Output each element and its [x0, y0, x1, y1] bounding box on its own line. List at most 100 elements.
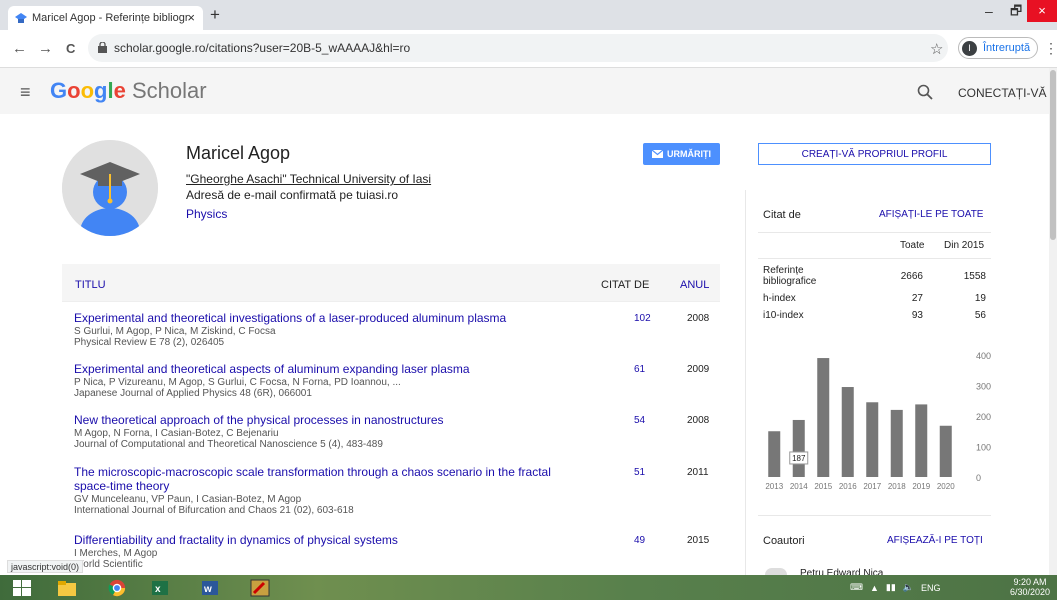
- url-text: scholar.google.ro/citations?user=20B-5_w…: [114, 41, 411, 55]
- publication-title-link[interactable]: The microscopic-macroscopic scale transf…: [74, 465, 584, 493]
- chrome-icon[interactable]: [107, 579, 127, 597]
- y-tick-label: 300: [976, 382, 991, 392]
- svg-text:x: x: [155, 584, 161, 595]
- cited-by-link[interactable]: 49: [634, 535, 645, 546]
- stat-label: i10-index: [763, 310, 804, 321]
- divider: [758, 258, 991, 259]
- menu-icon[interactable]: ≡: [20, 82, 31, 103]
- chart-bar[interactable]: [890, 409, 903, 477]
- citations-chart: 0 100 200 300 400 2013 2014 187 2015 2016 2017 2018…: [765, 351, 991, 491]
- show-all-citations-link[interactable]: AFIȘAȚI-LE PE TOATE: [879, 209, 983, 220]
- scholar-wordmark: Scholar: [131, 78, 207, 103]
- file-explorer-icon[interactable]: [57, 579, 77, 597]
- envelope-icon: [652, 150, 663, 158]
- new-tab-icon[interactable]: +: [210, 5, 220, 25]
- stat-all: 27: [911, 293, 923, 304]
- maximize-icon[interactable]: 🗗: [1010, 2, 1022, 24]
- windows-taskbar: x w ⌨ ▲ ▮▮ 🔈 ENG 9:20 AM 6/30/2020: [0, 575, 1057, 600]
- avatar: I: [962, 41, 977, 56]
- publication-title-link[interactable]: New theoretical approach of the physical…: [74, 413, 584, 427]
- publication-title-link[interactable]: Experimental and theoretical aspects of …: [74, 362, 584, 376]
- scrollbar-thumb[interactable]: [1050, 70, 1056, 240]
- sort-cited-header[interactable]: CITAT DE: [601, 279, 649, 291]
- cited-by-link[interactable]: 61: [634, 364, 645, 375]
- tab-close-icon[interactable]: ×: [187, 10, 195, 25]
- sort-year-header[interactable]: ANUL: [680, 279, 709, 291]
- sign-in-link[interactable]: CONECTAȚI-VĂ: [958, 86, 1046, 100]
- follow-button[interactable]: URMĂRIȚI: [643, 143, 720, 165]
- chart-bar[interactable]: [915, 404, 928, 477]
- profile-avatar: [62, 140, 158, 236]
- cited-by-link[interactable]: 54: [634, 415, 645, 426]
- cited-by-heading: Citat de: [763, 209, 801, 221]
- publication-journal: World Scientific: [74, 559, 143, 570]
- author-affiliation[interactable]: "Gheorghe Asachi" Technical University o…: [186, 172, 431, 186]
- research-interest-link[interactable]: Physics: [186, 207, 227, 221]
- search-icon[interactable]: [917, 84, 933, 100]
- logo-letter: o: [80, 78, 95, 103]
- cited-by-link[interactable]: 51: [634, 467, 645, 478]
- keyboard-icon[interactable]: ⌨: [850, 582, 863, 593]
- x-tick-label: 2017: [863, 482, 881, 491]
- publication-year: 2008: [687, 313, 710, 324]
- publication-year: 2015: [687, 535, 710, 546]
- y-tick-label: 0: [976, 473, 981, 483]
- chart-tooltip-value: 187: [792, 454, 806, 463]
- x-tick-label: 2020: [937, 482, 955, 491]
- logo-letter: G: [50, 78, 68, 103]
- browser-tab[interactable]: Maricel Agop - Referințe bibliogr ×: [8, 6, 203, 30]
- publication-year: 2008: [687, 415, 710, 426]
- paint-icon[interactable]: [250, 579, 270, 597]
- browser-menu-icon[interactable]: ⋮: [1044, 40, 1057, 57]
- scholar-logo[interactable]: Google Scholar: [50, 78, 207, 104]
- publication-authors: M Agop, N Forna, I Casian-Botez, C Bejen…: [74, 428, 279, 439]
- logo-letter: e: [113, 78, 126, 103]
- system-tray: ⌨ ▲ ▮▮ 🔈 ENG: [850, 575, 941, 600]
- windows-start-icon[interactable]: [12, 579, 32, 597]
- chart-bar[interactable]: [841, 387, 854, 477]
- status-bar: javascript:void(0): [7, 560, 84, 573]
- window-close-icon[interactable]: ×: [1027, 0, 1057, 22]
- chart-bar[interactable]: [866, 402, 879, 477]
- x-tick-label: 2018: [888, 482, 906, 491]
- publication-authors: GV Munceleanu, VP Paun, I Casian-Botez, …: [74, 494, 302, 505]
- publication-title-link[interactable]: Experimental and theoretical investigati…: [74, 311, 584, 325]
- chart-bar[interactable]: [792, 419, 805, 477]
- language-indicator[interactable]: ENG: [921, 583, 941, 593]
- word-icon[interactable]: w: [200, 579, 220, 597]
- cited-by-link[interactable]: 102: [634, 313, 651, 324]
- chart-bar[interactable]: [768, 431, 781, 477]
- reload-icon[interactable]: C: [66, 41, 75, 56]
- url-field[interactable]: scholar.google.ro/citations?user=20B-5_w…: [88, 34, 948, 62]
- chart-bar[interactable]: [939, 425, 952, 477]
- back-icon[interactable]: ←: [12, 40, 27, 57]
- follow-label: URMĂRIȚI: [667, 149, 711, 159]
- x-tick-label: 2016: [839, 482, 857, 491]
- coauthor-name[interactable]: Petru Edward Nica: [800, 568, 883, 575]
- tab-title: Maricel Agop - Referințe bibliogr: [32, 12, 189, 24]
- profile-button[interactable]: I Întreruptă: [958, 37, 1038, 59]
- x-tick-label: 2014: [790, 482, 808, 491]
- x-tick-label: 2013: [765, 482, 783, 491]
- stats-col-all: Toate: [900, 240, 925, 251]
- bookmark-star-icon[interactable]: ☆: [930, 40, 943, 58]
- forward-icon[interactable]: →: [38, 40, 53, 57]
- chevron-up-icon[interactable]: ▲: [870, 583, 879, 593]
- minimize-icon[interactable]: –: [985, 3, 993, 19]
- taskbar-clock[interactable]: 9:20 AM 6/30/2020: [1010, 577, 1050, 597]
- stat-since: 19: [974, 293, 986, 304]
- network-icon[interactable]: ▮▮: [886, 582, 896, 593]
- publication-journal: Japanese Journal of Applied Physics 48 (…: [74, 388, 312, 399]
- publication-journal: International Journal of Bifurcation and…: [74, 505, 354, 516]
- sidebar-divider: [745, 190, 746, 600]
- excel-icon[interactable]: x: [150, 579, 170, 597]
- stat-all: 93: [911, 310, 923, 321]
- chart-bar[interactable]: [817, 358, 830, 477]
- svg-text:w: w: [203, 584, 212, 595]
- create-profile-button[interactable]: CREAȚI-VĂ PROPRIUL PROFIL: [758, 143, 991, 165]
- publication-title-link[interactable]: Differentiability and fractality in dyna…: [74, 533, 584, 547]
- sort-title-header[interactable]: TITLU: [75, 279, 106, 291]
- address-bar: ← → C scholar.google.ro/citations?user=2…: [0, 30, 1057, 68]
- volume-icon[interactable]: 🔈: [903, 582, 914, 593]
- show-all-coauthors-link[interactable]: AFIȘEAZĂ-I PE TOȚI: [887, 535, 983, 546]
